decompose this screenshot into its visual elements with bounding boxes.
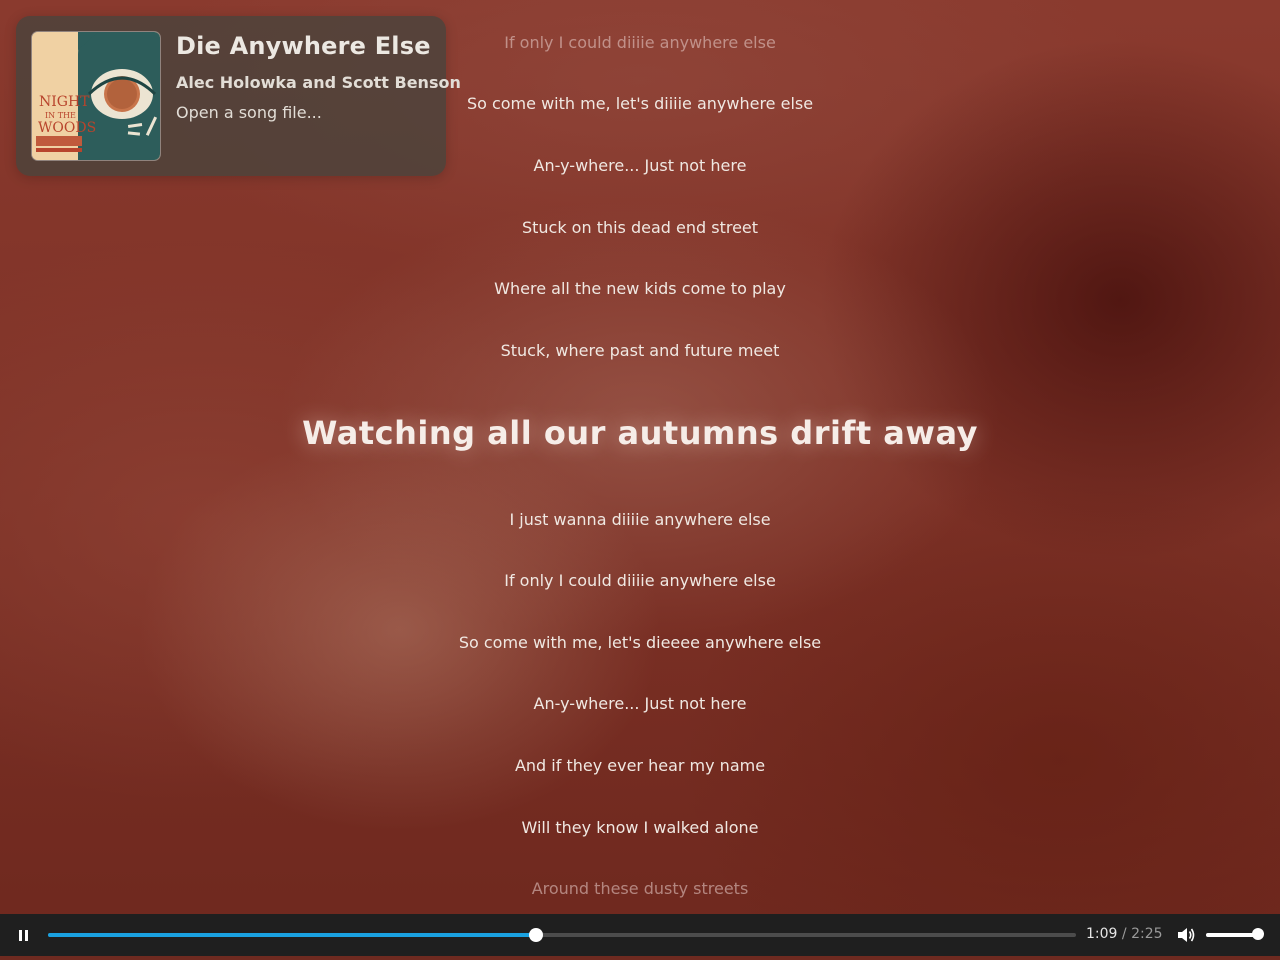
mute-button[interactable]	[1176, 925, 1196, 945]
lyric-line[interactable]: An-y-where... Just not here	[0, 694, 1280, 713]
seek-progress-fill	[48, 933, 537, 937]
svg-text:NIGHT: NIGHT	[39, 94, 90, 110]
svg-text:WOODS: WOODS	[38, 120, 96, 136]
playback-controls-bar: 1:09 / 2:25	[0, 914, 1280, 956]
lyric-line[interactable]: If only I could diiiie anywhere else	[0, 571, 1280, 590]
open-song-file-link[interactable]: Open a song file...	[176, 103, 322, 122]
svg-text:IN THE: IN THE	[45, 111, 76, 120]
lyric-line[interactable]: So come with me, let's dieeee anywhere e…	[0, 633, 1280, 652]
speaker-icon	[1178, 928, 1195, 942]
song-title: Die Anywhere Else	[176, 32, 431, 60]
time-separator: /	[1121, 926, 1127, 942]
lyric-line[interactable]: Stuck on this dead end street	[0, 218, 1280, 237]
lyric-line[interactable]: Where all the new kids come to play	[0, 279, 1280, 298]
seek-slider[interactable]	[48, 928, 1076, 942]
time-display: 1:09 / 2:25	[1086, 926, 1163, 942]
current-lyric-line[interactable]: Watching all our autumns drift away	[0, 414, 1280, 452]
album-cover: NIGHT IN THE WOODS	[32, 32, 160, 160]
current-time: 1:09	[1086, 926, 1118, 942]
lyric-line[interactable]: And if they ever hear my name	[0, 756, 1280, 775]
volume-handle[interactable]	[1252, 928, 1264, 940]
volume-slider[interactable]	[1206, 928, 1264, 940]
lyric-line[interactable]: Stuck, where past and future meet	[0, 341, 1280, 360]
lyrics-player-window: If only I could diiiie anywhere else So …	[0, 0, 1280, 960]
lyric-line[interactable]: Around these dusty streets	[0, 879, 1280, 898]
seek-handle[interactable]	[529, 928, 544, 942]
pause-button[interactable]	[12, 923, 36, 947]
pause-icon	[19, 930, 28, 941]
duration: 2:25	[1131, 926, 1163, 942]
lyric-line[interactable]: I just wanna diiiie anywhere else	[0, 510, 1280, 529]
album-cover-art-icon: NIGHT IN THE WOODS	[32, 32, 160, 160]
song-artist: Alec Holowka and Scott Benson	[176, 73, 461, 92]
lyric-line[interactable]: Will they know I walked alone	[0, 818, 1280, 837]
window-bottom-edge	[0, 956, 1280, 960]
now-playing-card: NIGHT IN THE WOODS Die Anywhere Else Ale…	[16, 16, 461, 176]
